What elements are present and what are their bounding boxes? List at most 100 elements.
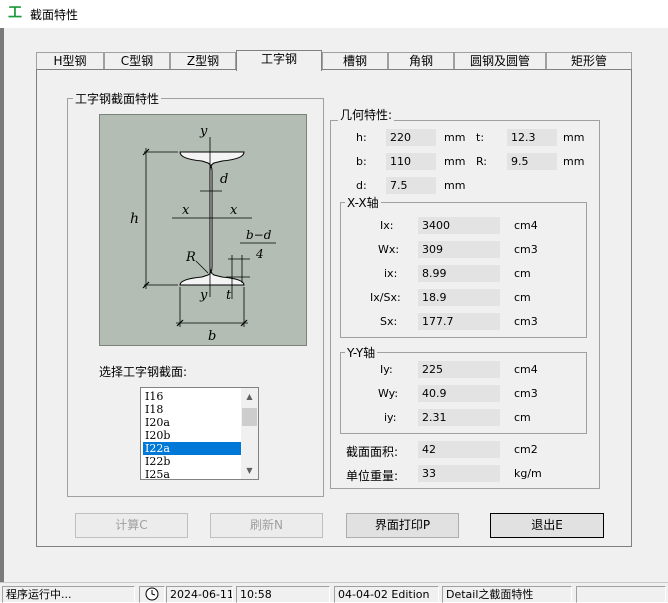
list-item[interactable]: I20a	[143, 416, 243, 429]
tab-rect-tube[interactable]: 矩形管	[546, 52, 632, 70]
tab-channel[interactable]: 槽钢	[322, 52, 388, 70]
i-beam-drawing: y y x x d h R t b b−d 4	[130, 124, 276, 344]
window-title: 截面特性	[30, 8, 79, 22]
h-value: 220	[386, 129, 436, 146]
h-unit: mm	[444, 131, 466, 144]
label-h: h	[130, 211, 139, 227]
label-bd-den: 4	[255, 247, 264, 261]
t-unit: mm	[563, 131, 585, 144]
scroll-thumb[interactable]	[242, 408, 257, 426]
Wy-unit: cm3	[514, 387, 538, 400]
weight-unit: kg/m	[514, 467, 542, 480]
label-x-right: x	[230, 203, 238, 218]
yy-axis-title: Y-Y轴	[345, 344, 378, 361]
tab-angle[interactable]: 角钢	[388, 52, 454, 70]
calculate-button[interactable]: 计算C	[75, 513, 188, 538]
list-item-selected[interactable]: I22a	[143, 442, 243, 455]
status-edition: 04-04-02 Edition	[334, 586, 439, 603]
Ix-value: 3400	[418, 217, 500, 234]
b-label: b:	[356, 155, 367, 168]
status-state: 程序运行中...	[2, 586, 135, 603]
label-y-bottom: y	[199, 288, 208, 303]
tab-round-pipe[interactable]: 圆钢及圆管	[454, 52, 546, 70]
list-item[interactable]: I22b	[143, 455, 243, 468]
select-section-label: 选择工字钢截面:	[99, 365, 188, 379]
exit-button[interactable]: 退出E	[490, 513, 604, 538]
list-item[interactable]: I25a	[143, 468, 243, 478]
list-scrollbar[interactable]: ▲ ▼	[241, 388, 258, 479]
Wy-value: 40.9	[418, 385, 500, 402]
label-R: R	[185, 250, 196, 265]
status-bar: 程序运行中... 2024-06-11 10:58 04-04-02 Editi…	[0, 582, 668, 603]
d-label: d:	[356, 179, 367, 192]
Wx-label: Wx:	[378, 243, 400, 256]
tab-h-steel[interactable]: H型钢	[36, 52, 104, 70]
status-date: 2024-06-11	[166, 586, 233, 603]
label-y-top: y	[199, 124, 208, 139]
i-beam-diagram: y y x x d h R t b b−d 4	[99, 114, 307, 346]
refresh-button[interactable]: 刷新N	[210, 513, 323, 538]
iy-label: iy:	[384, 411, 397, 424]
clock-icon	[139, 586, 165, 603]
weight-label: 单位重量:	[346, 469, 399, 483]
label-b: b	[208, 329, 216, 344]
label-t: t	[226, 288, 232, 303]
window-edge	[0, 28, 4, 582]
label-bd-num: b−d	[246, 228, 272, 242]
R-value: 9.5	[507, 153, 557, 170]
i-beam-group-title: 工字钢截面特性	[73, 90, 162, 107]
main-window: 工 截面特性 H型钢 C型钢 Z型钢 工字钢 槽钢 角钢 圆钢及圆管 矩形管 工…	[0, 0, 668, 603]
R-unit: mm	[563, 155, 585, 168]
status-extra	[576, 586, 666, 603]
geometry-group-title: 几何特性:	[338, 106, 395, 123]
h-label: h:	[356, 131, 367, 144]
iy-unit: cm	[514, 411, 531, 424]
list-item[interactable]: I16	[143, 390, 243, 403]
xx-axis-title: X-X轴	[345, 194, 381, 211]
t-value: 12.3	[507, 129, 557, 146]
b-unit: mm	[444, 155, 466, 168]
tab-i-beam[interactable]: 工字钢	[236, 50, 322, 71]
tab-strip: H型钢 C型钢 Z型钢 工字钢 槽钢 角钢 圆钢及圆管 矩形管	[36, 50, 632, 71]
t-label: t:	[476, 131, 485, 144]
Iy-unit: cm4	[514, 363, 538, 376]
Sx-value: 177.7	[418, 313, 500, 330]
label-d: d	[220, 172, 228, 187]
label-x-left: x	[182, 203, 190, 218]
ix-value: 8.99	[418, 265, 500, 282]
IxSx-label: Ix/Sx:	[370, 291, 401, 304]
Wx-unit: cm3	[514, 243, 538, 256]
area-value: 42	[418, 441, 500, 458]
Wy-label: Wy:	[378, 387, 399, 400]
ix-unit: cm	[514, 267, 531, 280]
tab-c-steel[interactable]: C型钢	[104, 52, 170, 70]
Ix-label: Ix:	[380, 219, 394, 232]
title-bar: 工 截面特性	[0, 0, 668, 28]
list-item[interactable]: I18	[143, 403, 243, 416]
scroll-up-icon[interactable]: ▲	[241, 388, 258, 405]
weight-value: 33	[418, 465, 500, 482]
status-time: 10:58	[236, 586, 330, 603]
iy-value: 2.31	[418, 409, 500, 426]
Iy-value: 225	[418, 361, 500, 378]
Sx-unit: cm3	[514, 315, 538, 328]
list-item[interactable]: I20b	[143, 429, 243, 442]
tab-z-steel[interactable]: Z型钢	[170, 52, 236, 70]
d-unit: mm	[444, 179, 466, 192]
app-icon: 工	[8, 5, 22, 21]
Iy-label: Iy:	[380, 363, 393, 376]
IxSx-value: 18.9	[418, 289, 500, 306]
R-label: R:	[476, 155, 488, 168]
print-button[interactable]: 界面打印P	[346, 513, 459, 538]
status-module: Detail之截面特性	[442, 586, 572, 603]
section-listbox[interactable]: I16 I18 I20a I20b I22a I22b I25a ▲ ▼	[140, 387, 259, 480]
IxSx-unit: cm	[514, 291, 531, 304]
Sx-label: Sx:	[380, 315, 398, 328]
area-label: 截面面积:	[346, 445, 399, 459]
d-value: 7.5	[386, 177, 436, 194]
area-unit: cm2	[514, 443, 538, 456]
b-value: 110	[386, 153, 436, 170]
scroll-down-icon[interactable]: ▼	[241, 462, 258, 479]
Wx-value: 309	[418, 241, 500, 258]
Ix-unit: cm4	[514, 219, 538, 232]
